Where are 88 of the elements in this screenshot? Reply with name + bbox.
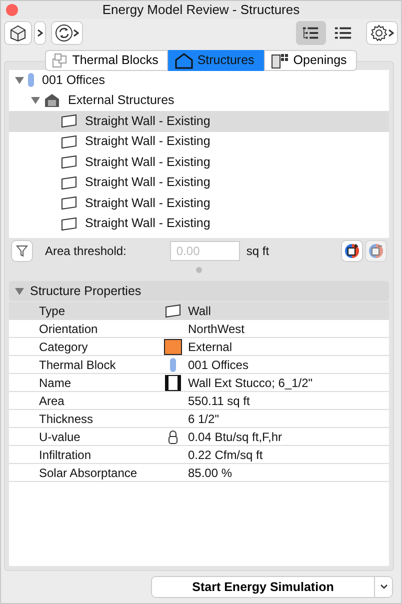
door-window-icon	[271, 52, 290, 68]
color-swatch	[164, 338, 182, 354]
gear-icon	[370, 24, 388, 42]
property-label: Name	[38, 374, 72, 392]
wall-icon	[61, 196, 77, 210]
property-label: Category	[38, 338, 89, 356]
chevron-icon	[37, 29, 43, 37]
property-label: Infiltration	[38, 446, 92, 464]
tree-item[interactable]: Straight Wall - Existing	[9, 172, 389, 193]
property-row[interactable]: Orientation NorthWest	[9, 320, 389, 338]
property-value: 0.22 Cfm/sq ft	[188, 446, 263, 464]
list-icon	[334, 25, 352, 41]
wall-icon	[61, 134, 77, 149]
property-value: Wall	[188, 302, 211, 320]
property-row[interactable]: Infiltration 0.22 Cfm/sq ft	[9, 446, 389, 464]
property-row[interactable]: Category External	[9, 338, 389, 356]
wall-icon	[164, 304, 180, 318]
triangle-icon	[15, 76, 24, 84]
tree-item[interactable]: Straight Wall - Existing	[9, 152, 389, 172]
triangle-icon	[15, 288, 24, 294]
structure-add-icon	[344, 243, 360, 259]
chevron-down-icon	[380, 584, 388, 590]
lock-icon	[168, 430, 178, 444]
wall-icon	[61, 114, 77, 128]
house-outline-icon	[175, 52, 194, 68]
refresh-button[interactable]	[51, 21, 83, 45]
triangle-icon	[31, 97, 40, 104]
tab[interactable]: Thermal Blocks	[45, 50, 168, 71]
block-icon	[170, 358, 176, 372]
section-header[interactable]: Structure Properties	[9, 281, 389, 301]
property-value: Wall Ext Stucco; 6_1/2"	[188, 374, 313, 392]
property-label: Thermal Block	[38, 356, 117, 374]
property-label: Thickness	[38, 410, 94, 428]
wall-icon	[61, 176, 77, 190]
add-structure-button[interactable]	[341, 240, 363, 262]
property-value: 6 1/2"	[188, 410, 219, 428]
chevron-icon	[388, 29, 394, 37]
property-value: 85.00 %	[188, 464, 232, 482]
model-button[interactable]	[4, 21, 32, 45]
property-row[interactable]: Area 550.11 sq ft	[9, 392, 389, 410]
filter-label: Area threshold:	[45, 243, 126, 260]
area-threshold-field[interactable]: 0.00	[170, 241, 240, 261]
tree-item[interactable]: Straight Wall - Existing	[9, 132, 389, 152]
refresh-icon	[55, 24, 73, 42]
property-row[interactable]: Solar Absorptance 85.00 %	[9, 464, 389, 482]
tree-item[interactable]: Straight Wall - Existing	[9, 111, 389, 132]
structure-remove-icon	[368, 243, 384, 259]
tree-list-icon	[302, 25, 320, 41]
tab[interactable]: Openings	[264, 50, 357, 71]
window-title: Energy Model Review - Structures	[102, 1, 300, 20]
property-label: Area	[38, 392, 66, 410]
dropdown-button[interactable]	[374, 577, 392, 597]
property-row[interactable]: Name Wall Ext Stucco; 6_1/2"	[9, 374, 389, 392]
property-row[interactable]: Thickness 6 1/2"	[9, 410, 389, 428]
settings-button[interactable]	[366, 21, 398, 45]
tree-item[interactable]: External Structures	[9, 90, 389, 111]
property-row[interactable]: Thermal Block 001 Offices	[9, 356, 389, 374]
property-label: U-value	[38, 428, 82, 446]
property-value: 001 Offices	[188, 356, 248, 374]
tree-item[interactable]: Straight Wall - Existing	[9, 214, 389, 234]
splitter-handle	[196, 267, 202, 273]
property-value: 550.11 sq ft	[188, 392, 250, 410]
tree-item[interactable]: 001 Offices	[9, 70, 389, 90]
unit-label: sq ft	[246, 243, 270, 260]
material-icon	[164, 374, 180, 390]
chevron-button[interactable]	[34, 21, 46, 45]
property-row[interactable]: U-value 0.04 Btu/sq ft,F,hr	[9, 428, 389, 446]
block-icon	[28, 73, 34, 88]
chevron-icon	[73, 29, 79, 37]
close-dot[interactable]	[6, 4, 18, 16]
wall-icon	[61, 155, 77, 170]
remove-structure-button[interactable]	[365, 240, 387, 262]
property-value: NorthWest	[188, 320, 244, 338]
property-value: 0.04 Btu/sq ft,F,hr	[188, 428, 282, 446]
property-label: Orientation	[38, 320, 99, 338]
house-icon	[44, 93, 60, 108]
property-label: Solar Absorptance	[38, 464, 138, 482]
property-label: Type	[38, 302, 66, 320]
filter-button[interactable]	[11, 240, 33, 262]
blocks-icon	[52, 52, 68, 68]
property-value: External	[188, 338, 232, 356]
tree-item[interactable]: Straight Wall - Existing	[9, 193, 389, 214]
property-row[interactable]: Type Wall	[9, 302, 389, 320]
funnel-icon	[16, 245, 28, 257]
tree-view-button[interactable]	[296, 21, 326, 45]
cube-icon	[8, 24, 28, 42]
tab[interactable]: Structures	[168, 50, 264, 71]
wall-icon	[61, 216, 77, 231]
